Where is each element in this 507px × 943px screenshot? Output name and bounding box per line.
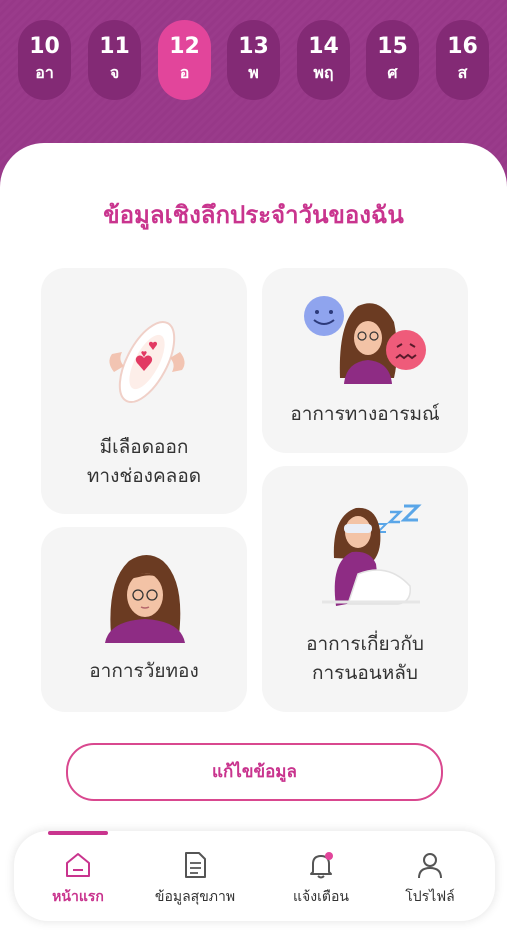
day-weekday: ศ bbox=[387, 63, 398, 82]
nav-label: หน้าแรก bbox=[52, 889, 104, 905]
day-number: 13 bbox=[238, 34, 269, 59]
week-date-strip: 10 อา 11 จ 12 อ 13 พ 14 พฤ 15 ศ 16 ส bbox=[18, 20, 493, 100]
profile-icon bbox=[415, 850, 445, 880]
card-label-line2: การนอนหลับ bbox=[312, 662, 418, 684]
sanitary-pad-hearts-icon bbox=[104, 314, 190, 410]
card-sleep-symptoms[interactable]: อาการเกี่ยวกับ การนอนหลับ bbox=[262, 466, 468, 712]
day-weekday: อ bbox=[179, 63, 190, 82]
page-title: ข้อมูลเชิงลึกประจำวันของฉัน bbox=[103, 201, 404, 229]
day-number: 15 bbox=[377, 34, 408, 59]
card-label-line2: ทางช่องคลอด bbox=[86, 465, 202, 487]
card-emotional-symptoms[interactable]: อาการทางอารมณ์ bbox=[262, 268, 468, 453]
day-number: 10 bbox=[29, 34, 60, 59]
day-number: 12 bbox=[169, 34, 200, 59]
day-weekday: อา bbox=[35, 63, 54, 82]
card-label-line1: อาการเกี่ยวกับ bbox=[306, 633, 424, 655]
card-label-line1: อาการทางอารมณ์ bbox=[290, 403, 440, 425]
nav-home[interactable]: หน้าแรก bbox=[23, 850, 133, 906]
day-15[interactable]: 15 ศ bbox=[366, 20, 419, 100]
edit-data-button[interactable]: แก้ไขข้อมูล bbox=[66, 743, 443, 801]
day-16[interactable]: 16 ส bbox=[436, 20, 489, 100]
home-icon bbox=[63, 850, 93, 880]
nav-label: ข้อมูลสุขภาพ bbox=[154, 889, 236, 905]
bell-icon bbox=[306, 850, 336, 880]
day-11[interactable]: 11 จ bbox=[88, 20, 141, 100]
card-label-line1: มีเลือดออก bbox=[99, 436, 189, 458]
day-number: 16 bbox=[447, 34, 478, 59]
card-vaginal-bleeding[interactable]: มีเลือดออก ทางช่องคลอด bbox=[41, 268, 247, 514]
woman-portrait-icon bbox=[103, 551, 187, 643]
nav-notifications[interactable]: แจ้งเตือน bbox=[266, 850, 376, 906]
day-number: 11 bbox=[99, 34, 130, 59]
nav-label: โปรไฟล์ bbox=[405, 889, 455, 905]
nav-label: แจ้งเตือน bbox=[293, 889, 349, 905]
day-weekday: พฤ bbox=[313, 63, 334, 82]
document-icon bbox=[180, 850, 210, 880]
day-10[interactable]: 10 อา bbox=[18, 20, 71, 100]
mood-woman-emoji-icon bbox=[302, 292, 430, 386]
day-12-selected[interactable]: 12 อ bbox=[158, 20, 211, 100]
nav-profile[interactable]: โปรไฟล์ bbox=[375, 850, 485, 906]
day-13[interactable]: 13 พ bbox=[227, 20, 280, 100]
day-weekday: จ bbox=[109, 63, 120, 82]
sleeping-woman-icon bbox=[318, 502, 424, 606]
day-weekday: ส bbox=[457, 63, 468, 82]
day-weekday: พ bbox=[248, 63, 259, 82]
day-number: 14 bbox=[308, 34, 339, 59]
card-menopause-symptoms[interactable]: อาการวัยทอง bbox=[41, 527, 247, 712]
nav-health-data[interactable]: ข้อมูลสุขภาพ bbox=[140, 850, 250, 906]
active-tab-indicator bbox=[48, 831, 108, 835]
day-14[interactable]: 14 พฤ bbox=[297, 20, 350, 100]
card-label-line1: อาการวัยทอง bbox=[89, 660, 199, 682]
